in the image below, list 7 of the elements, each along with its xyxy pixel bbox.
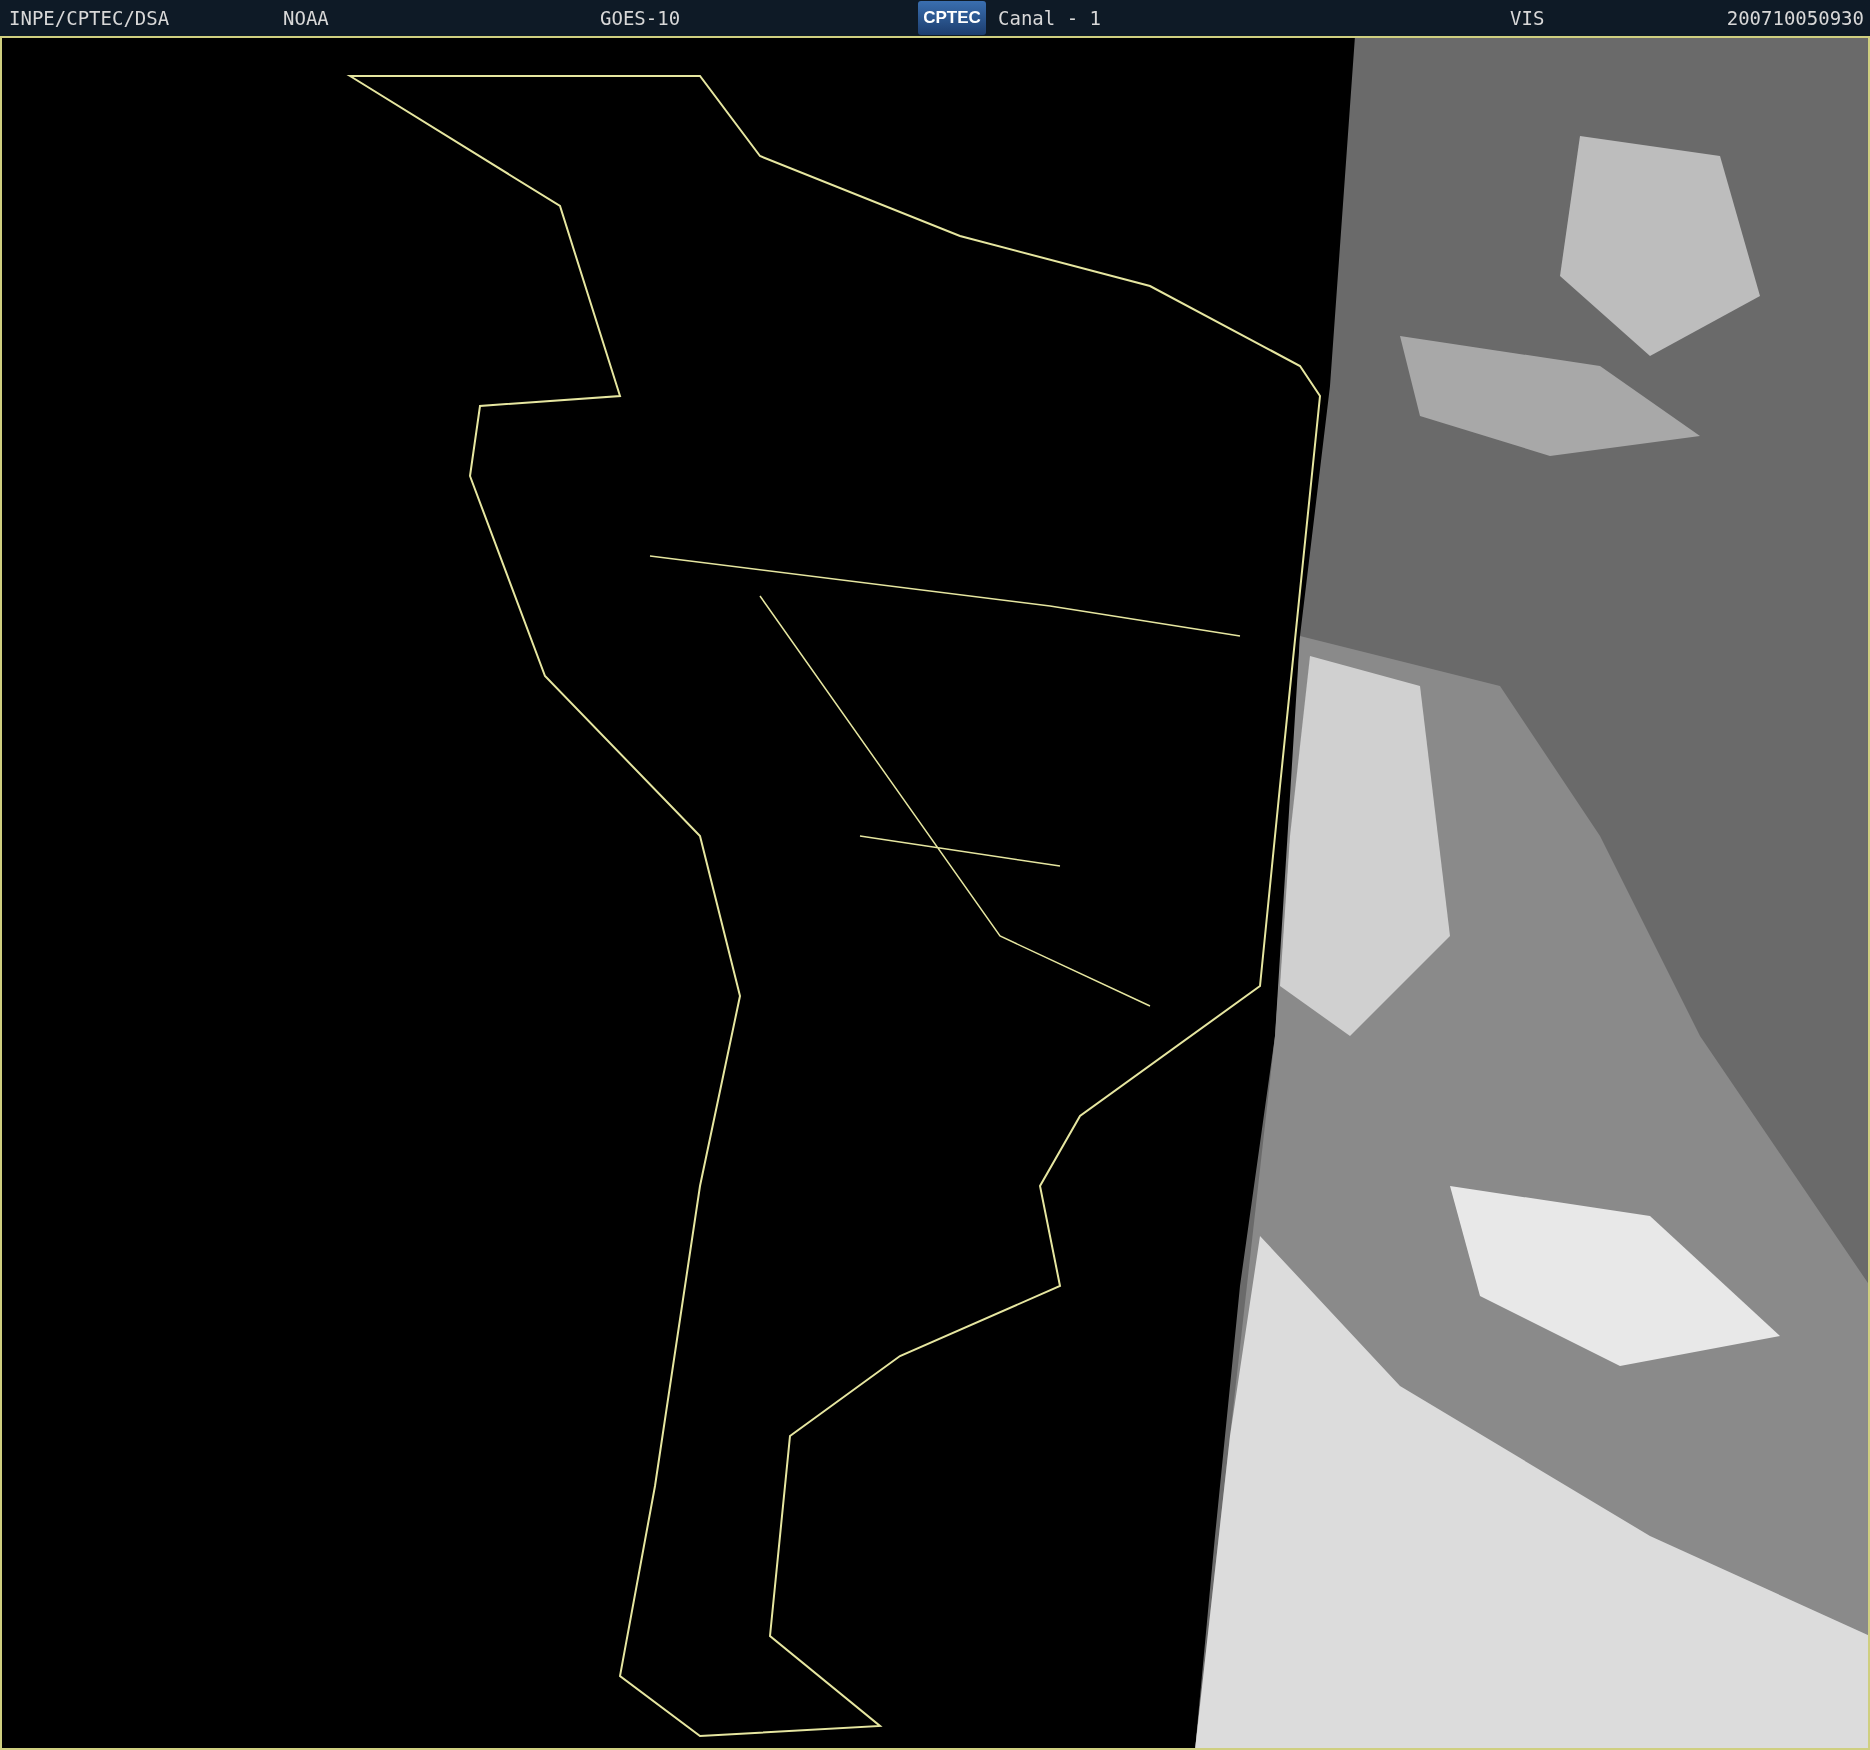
band-label: VIS xyxy=(1510,7,1546,29)
source-label: INPE/CPTEC/DSA xyxy=(8,7,171,29)
timestamp-label: 200710050930 xyxy=(1726,7,1865,29)
logo: CPTEC xyxy=(918,1,986,35)
agency-label: NOAA xyxy=(283,7,330,29)
channel-label: Canal - 1 xyxy=(998,7,1102,29)
satellite-label: GOES-10 xyxy=(600,7,682,29)
